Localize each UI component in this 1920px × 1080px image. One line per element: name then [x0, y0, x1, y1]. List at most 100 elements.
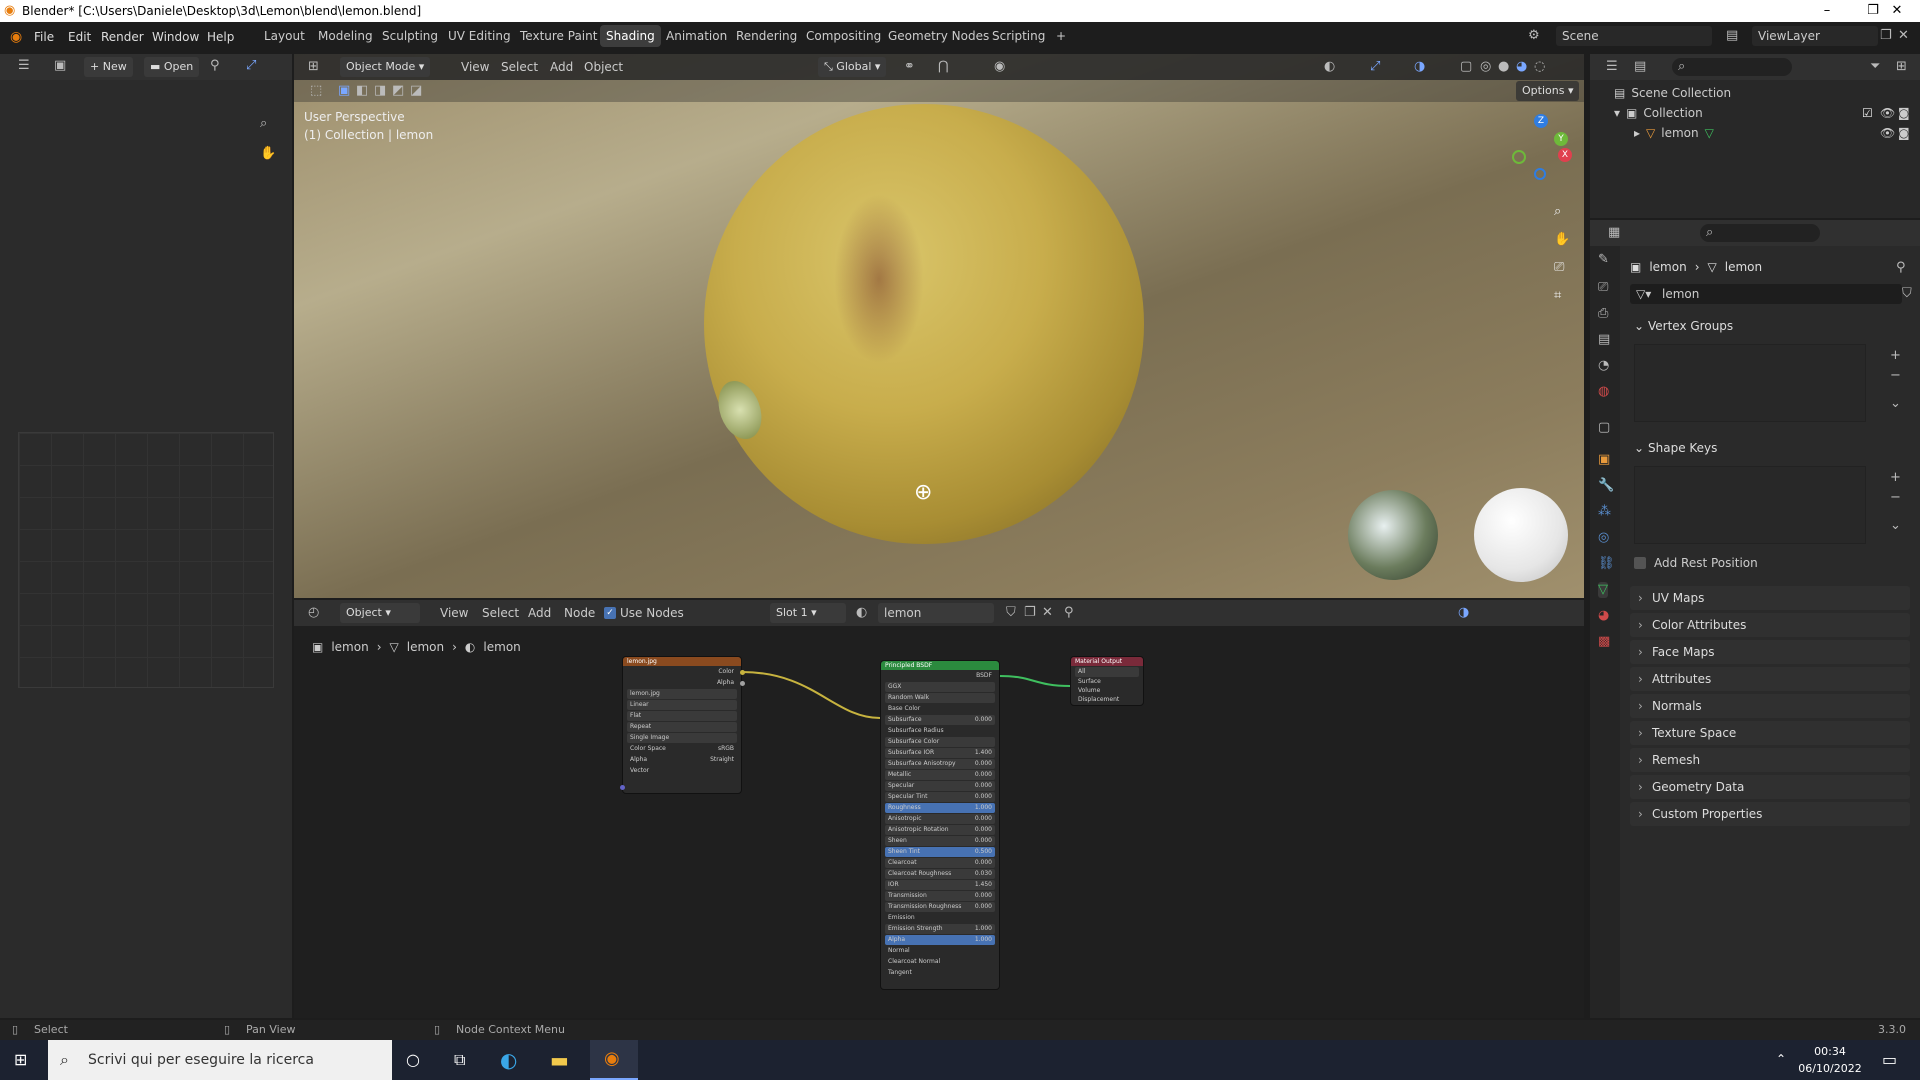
- collection-camera-icon[interactable]: ◙: [1898, 106, 1910, 120]
- source-dropdown[interactable]: Single Image: [627, 733, 737, 743]
- taskbar-time[interactable]: 00:34: [1802, 1045, 1858, 1058]
- gizmo-x-axis[interactable]: X: [1558, 148, 1572, 162]
- tab-uv-editing[interactable]: UV Editing: [442, 25, 517, 47]
- alpha-mode-row[interactable]: Alpha Straight: [627, 755, 737, 765]
- tab-layout[interactable]: Layout: [258, 25, 311, 47]
- properties-search-input[interactable]: ⌕: [1700, 224, 1820, 242]
- bsdf-input-row[interactable]: Roughness 1.000: [885, 803, 995, 813]
- visibility-icon[interactable]: ◐: [1324, 59, 1335, 75]
- viewport-menu-view[interactable]: View: [461, 60, 489, 74]
- world-tab-icon[interactable]: ◍: [1598, 384, 1609, 400]
- output-node-header[interactable]: Material Output: [1071, 657, 1143, 666]
- mesh-name-field[interactable]: ▽▾ lemon: [1630, 284, 1902, 304]
- vector-input-socket[interactable]: [620, 785, 625, 790]
- snap-magnet-icon[interactable]: ⋂: [938, 59, 949, 75]
- file-explorer-icon[interactable]: ▬: [550, 1048, 569, 1072]
- taskbar-search-input[interactable]: ⌕ Scrivi qui per eseguire la ricerca: [48, 1040, 392, 1080]
- bsdf-input-row[interactable]: Subsurface IOR 1.400: [885, 748, 995, 758]
- proportional-edit-icon[interactable]: ◉: [994, 59, 1005, 75]
- gizmo-y-axis[interactable]: Y: [1554, 132, 1568, 146]
- add-vertex-group-icon[interactable]: +: [1890, 348, 1901, 364]
- open-button[interactable]: ▬ Open: [144, 57, 200, 77]
- mesh-data-tab-icon[interactable]: ▽: [1598, 582, 1608, 598]
- image-texture-node[interactable]: lemon.jpg Color Alpha lemon.jpg Linear F…: [620, 656, 745, 794]
- subsurface-method-dropdown[interactable]: Random Walk: [885, 693, 995, 703]
- select-tool-icon[interactable]: ⬚: [310, 83, 322, 99]
- filter-icon[interactable]: ⏷: [1870, 59, 1880, 75]
- outliner-editor-icon[interactable]: ☰: [1606, 59, 1618, 75]
- outliner-scene-collection[interactable]: ▤ Scene Collection: [1614, 86, 1731, 100]
- xray-icon[interactable]: ▢: [1460, 59, 1472, 75]
- material-shading-icon[interactable]: ◕: [1516, 59, 1527, 75]
- bsdf-input-row[interactable]: Subsurface Radius: [885, 726, 995, 736]
- edge-browser-icon[interactable]: ◐: [500, 1048, 517, 1072]
- render-tab-icon[interactable]: ⎚: [1598, 280, 1608, 296]
- scene-tab-icon[interactable]: ◔: [1598, 358, 1609, 374]
- panel-texture-space[interactable]: Texture Space: [1630, 721, 1910, 745]
- remove-vertex-group-icon[interactable]: −: [1890, 368, 1901, 384]
- menu-help[interactable]: Help: [207, 30, 234, 44]
- shape-keys-panel-header[interactable]: ⌄ Shape Keys: [1630, 436, 1910, 460]
- object-tab-icon[interactable]: ▣: [1598, 452, 1610, 468]
- minimize-icon[interactable]: –: [1804, 0, 1850, 22]
- viewlayer-selector[interactable]: ViewLayer: [1752, 26, 1878, 46]
- lemon-object[interactable]: [704, 104, 1144, 544]
- bsdf-input-row[interactable]: Alpha 1.000: [885, 935, 995, 945]
- bsdf-input-row[interactable]: Anisotropic 0.000: [885, 814, 995, 824]
- ortho-toggle-icon[interactable]: ⌗: [1554, 288, 1561, 304]
- menu-file[interactable]: File: [34, 30, 54, 44]
- panel-face-maps[interactable]: Face Maps: [1630, 640, 1910, 664]
- collection-eye-icon[interactable]: 👁: [1880, 106, 1895, 120]
- add-rest-position-checkbox[interactable]: [1634, 557, 1646, 569]
- menu-hamburger-icon[interactable]: ☰: [18, 58, 30, 74]
- cortana-icon[interactable]: ○: [406, 1050, 420, 1069]
- rendered-shading-icon[interactable]: ◌: [1534, 59, 1545, 75]
- display-mode-icon[interactable]: ▤: [1634, 59, 1646, 75]
- tab-modeling[interactable]: Modeling: [312, 25, 379, 47]
- snap-icon[interactable]: ⤢: [246, 58, 256, 74]
- scene-icon[interactable]: ⚙: [1528, 28, 1540, 44]
- fake-user-icon[interactable]: ⛉: [1902, 286, 1912, 302]
- bsdf-input-row[interactable]: Subsurface Anisotropy 0.000: [885, 759, 995, 769]
- new-button[interactable]: + New: [84, 57, 133, 77]
- vertex-groups-list[interactable]: [1634, 344, 1866, 422]
- bsdf-input-row[interactable]: Transmission Roughness 0.000: [885, 902, 995, 912]
- interpolation-dropdown[interactable]: Linear: [627, 700, 737, 710]
- 3d-viewport[interactable]: ⊞ Object Mode ▾ View Select Add Object ⤡…: [294, 54, 1584, 598]
- bsdf-input-row[interactable]: Specular 0.000: [885, 781, 995, 791]
- image-node-header[interactable]: lemon.jpg: [623, 657, 741, 666]
- vertex-group-specials-icon[interactable]: ⌄: [1890, 396, 1901, 412]
- bsdf-input-row[interactable]: Clearcoat 0.000: [885, 858, 995, 868]
- add-workspace-icon[interactable]: +: [1050, 25, 1072, 47]
- tab-scripting[interactable]: Scripting: [986, 25, 1051, 47]
- bsdf-input-row[interactable]: Sheen Tint 0.500: [885, 847, 995, 857]
- blender-menu-icon[interactable]: ◉: [10, 29, 22, 45]
- tab-rendering[interactable]: Rendering: [730, 25, 803, 47]
- outliner-search-input[interactable]: ⌕: [1672, 58, 1792, 76]
- 3d-cursor-icon[interactable]: ⊕: [914, 480, 932, 505]
- tab-shading[interactable]: Shading: [600, 25, 661, 47]
- image-file-field[interactable]: lemon.jpg: [627, 689, 737, 699]
- image-grid-canvas[interactable]: [18, 432, 274, 688]
- overlay-icon[interactable]: ◑: [1414, 59, 1425, 75]
- panel-normals[interactable]: Normals: [1630, 694, 1910, 718]
- editor-type-icon[interactable]: ▣: [54, 58, 66, 74]
- viewport-menu-select[interactable]: Select: [501, 60, 538, 74]
- bsdf-node-header[interactable]: Principled BSDF: [881, 661, 999, 670]
- tab-compositing[interactable]: Compositing: [800, 25, 887, 47]
- gizmo-neg-z[interactable]: [1534, 168, 1546, 180]
- color-output-socket[interactable]: [740, 670, 745, 675]
- panel-color-attributes[interactable]: Color Attributes: [1630, 613, 1910, 637]
- bsdf-input-row[interactable]: Clearcoat Roughness 0.030: [885, 869, 995, 879]
- object-mode-dropdown[interactable]: Object Mode ▾: [340, 57, 431, 77]
- pivot-icon[interactable]: ⚭: [904, 59, 915, 75]
- texture-tab-icon[interactable]: ▩: [1598, 634, 1610, 650]
- constraints-tab-icon[interactable]: ⛓: [1598, 556, 1615, 572]
- panel-attributes[interactable]: Attributes: [1630, 667, 1910, 691]
- bsdf-input-row[interactable]: Metallic 0.000: [885, 770, 995, 780]
- add-rest-position-row[interactable]: Add Rest Position: [1634, 556, 1758, 570]
- menu-window[interactable]: Window: [152, 30, 199, 44]
- bsdf-input-row[interactable]: Anisotropic Rotation 0.000: [885, 825, 995, 835]
- remove-shape-key-icon[interactable]: −: [1890, 490, 1901, 506]
- select-intersect-icon[interactable]: ◪: [410, 83, 422, 99]
